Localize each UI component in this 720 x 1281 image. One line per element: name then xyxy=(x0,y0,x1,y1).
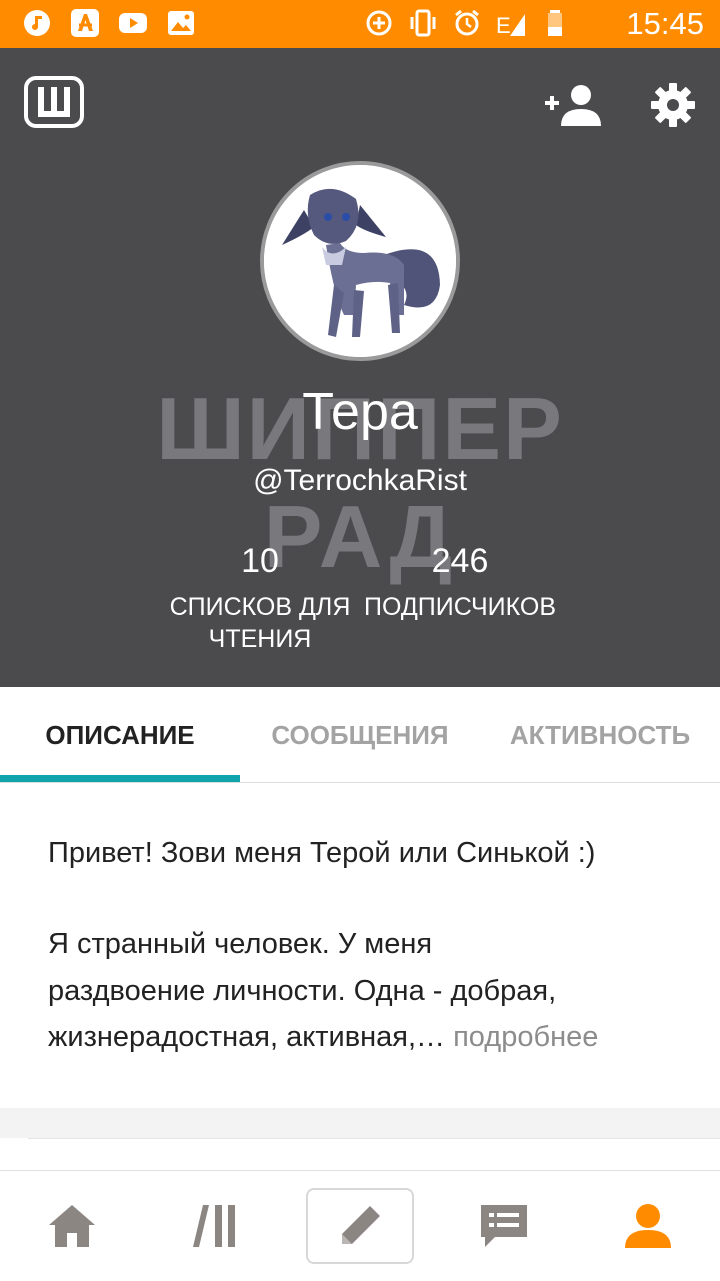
signal-icon: E xyxy=(496,13,525,38)
active-tab-indicator xyxy=(0,775,240,782)
profile-tabs: ОПИСАНИЕ СООБЩЕНИЯ АКТИВНОСТЬ xyxy=(0,687,720,783)
library-icon xyxy=(193,1205,235,1247)
followers-count: 246 xyxy=(431,542,489,580)
messages-icon xyxy=(481,1205,527,1247)
reading-lists-label: СПИСКОВ ДЛЯ ЧТЕНИЯ xyxy=(169,593,351,653)
gallery-icon xyxy=(168,11,194,35)
vibrate-icon xyxy=(410,9,436,37)
music-icon xyxy=(24,10,50,36)
read-more-link[interactable]: подробнее xyxy=(453,1021,598,1053)
nav-profile[interactable] xyxy=(576,1171,720,1281)
description-line-1: Я странный человек. У меня xyxy=(48,928,433,960)
followers-label: ПОДПИСЧИКОВ xyxy=(364,593,556,621)
font-app-icon xyxy=(71,9,99,37)
add-friend-button[interactable] xyxy=(543,82,603,128)
profile-display-name: Тера xyxy=(302,383,418,441)
section-divider xyxy=(0,1108,720,1138)
status-time: 15:45 xyxy=(626,6,704,41)
about-content: Привет! Зови меня Терой или Синькой :) Я… xyxy=(0,783,720,1108)
status-bar: E 15:45 xyxy=(0,0,720,48)
description-line-2: раздвоение личности. Одна - добрая, xyxy=(48,975,557,1007)
description-line-3: жизнерадостная, активная,… подробнее xyxy=(48,1021,598,1054)
nav-messages[interactable] xyxy=(432,1171,576,1281)
watermark-line-2: РАД xyxy=(263,487,457,586)
description-line-3-text: жизнерадостная, активная,… xyxy=(48,1021,446,1053)
battery-icon xyxy=(548,10,562,36)
data-saver-icon xyxy=(366,10,392,36)
wattpad-logo-button[interactable] xyxy=(24,76,84,128)
tab-activity[interactable]: АКТИВНОСТЬ xyxy=(480,687,720,783)
followers-stat[interactable]: 246 ПОДПИСЧИКОВ xyxy=(362,542,558,623)
write-button[interactable] xyxy=(306,1188,414,1264)
profile-header: ШИППЕР РАД Тера @TerrochkaRist 10 СПИСКО… xyxy=(0,48,720,687)
next-card-edge xyxy=(28,1138,720,1169)
alarm-icon xyxy=(455,9,479,36)
avatar-image xyxy=(264,165,456,357)
pencil-icon xyxy=(342,1206,380,1244)
home-icon xyxy=(49,1205,95,1247)
wattpad-logo-icon xyxy=(38,87,70,117)
nav-library[interactable] xyxy=(144,1171,288,1281)
tab-messages[interactable]: СООБЩЕНИЯ xyxy=(240,687,480,783)
nav-home[interactable] xyxy=(0,1171,144,1281)
profile-username: @TerrochkaRist xyxy=(253,464,467,497)
settings-gear-icon[interactable] xyxy=(650,82,696,128)
description-paragraph-1: Привет! Зови меня Терой или Синькой :) xyxy=(48,837,596,869)
svg-text:E: E xyxy=(496,13,511,38)
youtube-icon xyxy=(119,13,147,33)
profile-icon xyxy=(625,1204,671,1248)
reading-lists-stat[interactable]: 10 СПИСКОВ ДЛЯ ЧТЕНИЯ xyxy=(160,542,360,655)
bottom-navigation xyxy=(0,1170,720,1280)
profile-avatar[interactable] xyxy=(260,161,460,361)
nav-write[interactable] xyxy=(288,1171,432,1281)
reading-lists-count: 10 xyxy=(241,542,279,580)
tab-about[interactable]: ОПИСАНИЕ xyxy=(0,687,240,783)
